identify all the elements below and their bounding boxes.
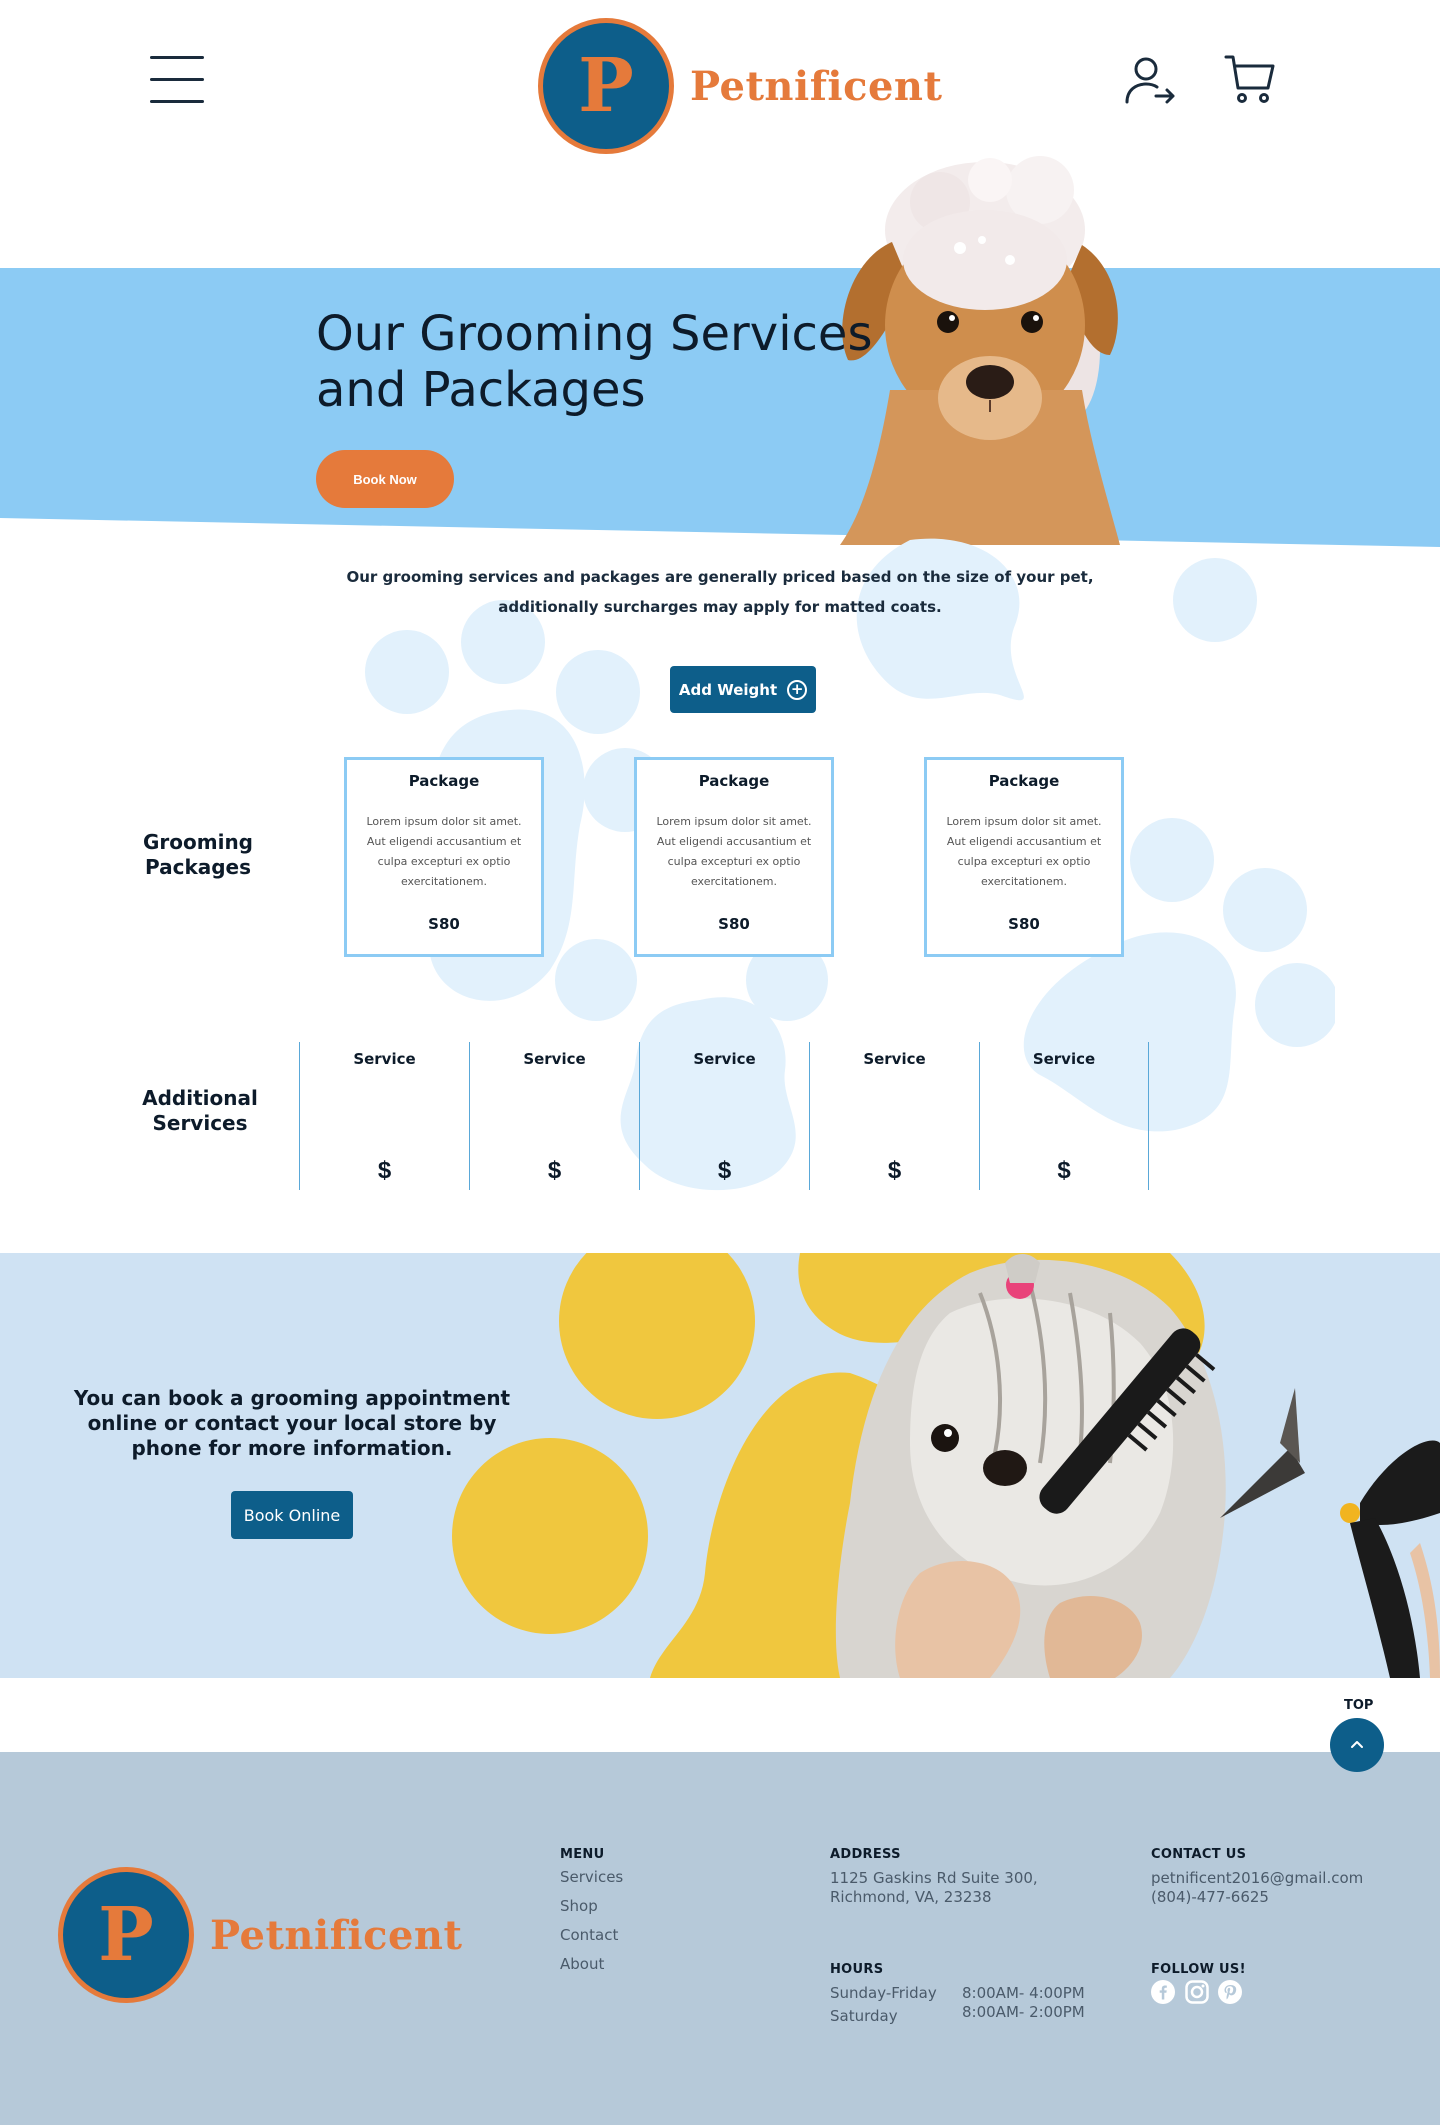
account-login-icon[interactable] xyxy=(1122,54,1176,108)
booking-section: You can book a grooming appointment onli… xyxy=(0,1253,1440,1678)
grooming-packages-label: Grooming Packages xyxy=(130,830,266,880)
additional-services-label: Additional Services xyxy=(130,1086,270,1136)
package-title: Package xyxy=(988,772,1060,790)
package-card[interactable]: Package Lorem ipsum dolor sit amet. Aut … xyxy=(924,757,1124,957)
book-now-button[interactable]: Book Now xyxy=(316,450,454,508)
footer-link-contact[interactable]: Contact xyxy=(560,1926,618,1944)
grooming-packages-label-line-2: Packages xyxy=(144,855,252,879)
back-to-top-label: TOP xyxy=(1344,1698,1374,1713)
footer-hours-heading: HOURS xyxy=(830,1962,884,1977)
facebook-icon[interactable] xyxy=(1151,1980,1175,2004)
package-price: S80 xyxy=(428,915,460,933)
site-footer: P Petnificent MENU Services Shop Contact… xyxy=(0,1752,1440,2125)
package-title: Package xyxy=(408,772,480,790)
service-price: $ xyxy=(547,1157,562,1184)
service-title: Service xyxy=(863,1050,926,1068)
footer-address-line-1: 1125 Gaskins Rd Suite 300, xyxy=(830,1869,1038,1887)
footer-follow-heading: FOLLOW US! xyxy=(1151,1962,1246,1977)
footer-link-shop[interactable]: Shop xyxy=(560,1897,598,1915)
additional-services-label-line-1: Additional xyxy=(142,1086,258,1110)
package-price: S80 xyxy=(718,915,750,933)
hours-day-weekday: Sunday-Friday xyxy=(830,1984,937,2002)
hours-day-saturday: Saturday xyxy=(830,2007,898,2025)
footer-email[interactable]: petnificent2016@gmail.com xyxy=(1151,1869,1363,1888)
footer-contact-heading: CONTACT US xyxy=(1151,1847,1247,1862)
hours-time-saturday: 8:00AM- 2:00PM xyxy=(962,2003,1085,2021)
hamburger-menu-button[interactable] xyxy=(150,54,204,104)
service-price: $ xyxy=(887,1157,902,1184)
header-logo[interactable]: P Petnificent xyxy=(538,18,942,154)
pinterest-icon[interactable] xyxy=(1218,1980,1242,2004)
service-title: Service xyxy=(523,1050,586,1068)
grooming-packages-label-line-1: Grooming xyxy=(142,830,253,854)
shih-tzu-grooming-image xyxy=(835,1254,1440,1678)
service-title: Service xyxy=(1032,1050,1096,1068)
chevron-up-icon xyxy=(1351,1741,1363,1748)
page-title-line-2: and Packages xyxy=(316,362,646,418)
additional-services-label-line-2: Services xyxy=(152,1111,248,1135)
service-item[interactable]: Service $ xyxy=(639,1042,809,1190)
add-weight-label: Add Weight xyxy=(678,680,778,699)
add-weight-button[interactable]: Add Weight + xyxy=(670,666,816,713)
service-item[interactable]: Service $ xyxy=(979,1042,1149,1190)
service-title: Service xyxy=(693,1050,756,1068)
service-price: $ xyxy=(717,1157,732,1184)
service-title: Service xyxy=(353,1050,416,1068)
logo-wordmark: Petnificent xyxy=(210,1911,463,1959)
page-title-line-1: Our Grooming Services xyxy=(316,306,873,362)
book-online-button[interactable]: Book Online xyxy=(231,1491,353,1539)
service-price: $ xyxy=(1057,1157,1071,1184)
package-description: Lorem ipsum dolor sit amet. Aut eligendi… xyxy=(366,815,522,888)
pricing-intro-line-1: Our grooming services and packages are g… xyxy=(346,568,1094,586)
shopping-cart-icon[interactable] xyxy=(1224,54,1276,106)
footer-address-heading: ADDRESS xyxy=(830,1847,901,1862)
package-price: S80 xyxy=(1008,915,1040,933)
service-item[interactable]: Service $ xyxy=(809,1042,979,1190)
pricing-intro-line-2: additionally surcharges may apply for ma… xyxy=(498,598,942,616)
package-description: Lorem ipsum dolor sit amet. Aut eligendi… xyxy=(946,815,1102,888)
footer-phone[interactable]: (804)-477-6625 xyxy=(1151,1888,1269,1907)
logo-wordmark: Petnificent xyxy=(690,62,943,110)
footer-logo[interactable]: P Petnificent xyxy=(58,1867,462,2003)
footer-link-about[interactable]: About xyxy=(560,1955,604,1973)
footer-address-line-2: Richmond, VA, 23238 xyxy=(830,1888,992,1906)
service-item[interactable]: Service $ xyxy=(469,1042,639,1190)
booking-info-text: You can book a grooming appointment onli… xyxy=(73,1386,511,1460)
service-item[interactable]: Service $ xyxy=(299,1042,469,1190)
pricing-intro-text: Our grooming services and packages are g… xyxy=(340,562,1100,622)
hours-time-weekday: 8:00AM- 4:00PM xyxy=(962,1984,1085,2002)
back-to-top-button[interactable] xyxy=(1330,1718,1384,1772)
logo-mark: P xyxy=(58,1867,194,2003)
footer-menu-heading: MENU xyxy=(560,1847,605,1862)
package-card[interactable]: Package Lorem ipsum dolor sit amet. Aut … xyxy=(634,757,834,957)
instagram-icon[interactable] xyxy=(1185,1980,1209,2004)
footer-link-services[interactable]: Services xyxy=(560,1868,623,1886)
package-title: Package xyxy=(698,772,770,790)
service-price: $ xyxy=(377,1157,392,1184)
logo-mark: P xyxy=(538,18,674,154)
plus-circle-icon: + xyxy=(787,679,808,700)
package-card[interactable]: Package Lorem ipsum dolor sit amet. Aut … xyxy=(344,757,544,957)
package-description: Lorem ipsum dolor sit amet. Aut eligendi… xyxy=(656,815,812,888)
page-title: Our Grooming Services and Packages xyxy=(316,306,872,418)
